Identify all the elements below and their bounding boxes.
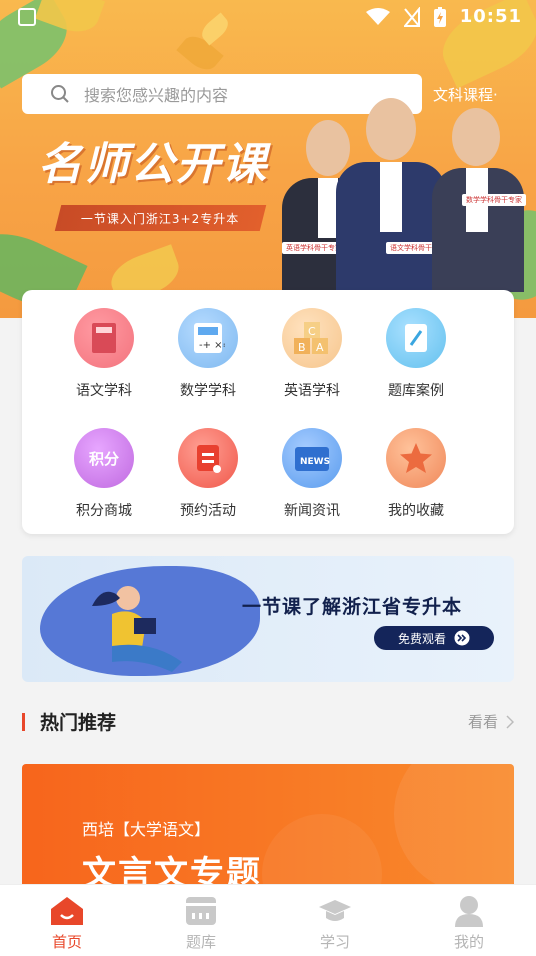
calculator-icon: -+ ×=: [178, 308, 238, 368]
svg-text:C: C: [308, 325, 316, 338]
news-tv-icon: NEWS: [282, 428, 342, 488]
hero-title: 名师公开课: [38, 139, 268, 190]
promo-title: 一节课了解浙江省专升本: [242, 596, 463, 618]
free-watch-button[interactable]: 免费观看: [374, 626, 494, 650]
promo-banner[interactable]: 一节课了解浙江省专升本 免费观看: [22, 556, 514, 682]
news-icon-text: NEWS: [300, 457, 330, 467]
hero-strip: 一节课入门浙江3+2专升本: [54, 205, 267, 231]
menu-item-news[interactable]: NEWS 新闻资讯: [260, 428, 364, 538]
graduation-cap-icon: [317, 893, 353, 929]
svg-text:-+ ×=: -+ ×=: [199, 340, 225, 351]
category-menu: 语文学科 -+ ×= 数学学科 BAC 英语学科 题库案例 积分 积分商城 预约…: [22, 290, 514, 534]
battery-charging-icon: [433, 6, 446, 27]
menu-item-question-bank[interactable]: 题库案例: [364, 308, 468, 418]
wifi-icon: [365, 7, 390, 25]
menu-item-points-mall[interactable]: 积分 积分商城: [52, 428, 156, 538]
nav-home[interactable]: 首页: [0, 885, 134, 956]
svg-text:A: A: [316, 341, 324, 354]
points-icon-text: 积分: [88, 449, 119, 468]
bottom-nav: 首页 题库 学习 我的: [0, 884, 536, 956]
user-icon: [451, 893, 487, 929]
status-bar: 10:51: [0, 0, 536, 36]
course-card[interactable]: 西培【大学语文】 文言文专题: [22, 764, 514, 894]
menu-item-math[interactable]: -+ ×= 数学学科: [156, 308, 260, 418]
question-bank-icon: [183, 893, 219, 929]
reservation-icon: [178, 428, 238, 488]
hero-banner[interactable]: 10:51 搜索您感兴趣的内容 文科课程· 名师公开课 一节课入门浙江3+2专升…: [0, 0, 536, 318]
star-icon: [386, 428, 446, 488]
menu-item-chinese[interactable]: 语文学科: [52, 308, 156, 418]
reading-girl-illustration: [92, 586, 182, 672]
question-pad-icon: [386, 308, 446, 368]
svg-text:B: B: [298, 341, 306, 354]
nav-profile[interactable]: 我的: [402, 885, 536, 956]
app-notification-icon: [18, 8, 36, 26]
search-icon: [51, 85, 69, 103]
chevron-right-icon: [506, 714, 514, 729]
double-chevron-right-icon: [454, 630, 470, 646]
hero-strip-text: 一节课入门浙江3+2专升本: [81, 211, 240, 226]
nav-study[interactable]: 学习: [268, 885, 402, 956]
hot-section-title: 热门推荐: [40, 712, 117, 734]
see-more-link[interactable]: 看看: [468, 711, 514, 732]
teacher-figure: 数学学科骨干专家: [432, 102, 526, 292]
abc-blocks-icon: BAC: [282, 308, 342, 368]
menu-item-favorites[interactable]: 我的收藏: [364, 428, 468, 538]
hot-section-header: 热门推荐 看看: [22, 708, 514, 738]
teacher-tag: 数学学科骨干专家: [462, 194, 526, 206]
menu-item-reservation[interactable]: 预约活动: [156, 428, 260, 538]
chinese-book-icon: [74, 308, 134, 368]
teacher-figure: 语文学科骨干专家: [336, 92, 450, 292]
home-icon: [49, 893, 85, 929]
clock: 10:51: [459, 6, 522, 27]
course-subtitle: 西培【大学语文】: [82, 820, 211, 839]
menu-item-english[interactable]: BAC 英语学科: [260, 308, 364, 418]
points-icon: 积分: [74, 428, 134, 488]
nav-question-bank[interactable]: 题库: [134, 885, 268, 956]
section-accent-bar: [22, 713, 25, 731]
signal-off-icon: [403, 6, 420, 27]
search-placeholder: 搜索您感兴趣的内容: [84, 86, 229, 105]
